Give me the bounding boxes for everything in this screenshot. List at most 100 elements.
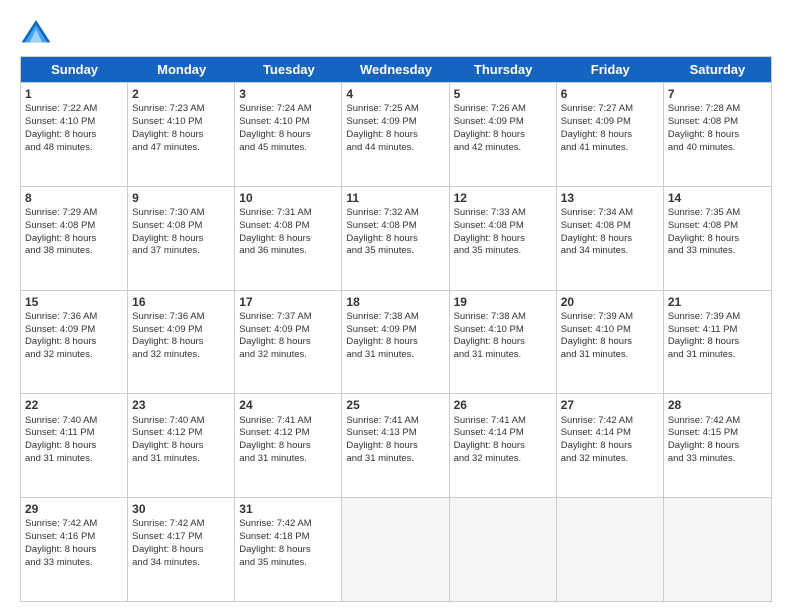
day-info-line: Daylight: 8 hours	[239, 129, 310, 140]
day-info-line: Sunset: 4:16 PM	[25, 531, 95, 542]
calendar-cell-day-16: 16Sunrise: 7:36 AMSunset: 4:09 PMDayligh…	[128, 291, 235, 394]
day-number: 27	[561, 397, 659, 413]
day-info-line: and 35 minutes.	[454, 245, 522, 256]
day-info-line: Daylight: 8 hours	[668, 440, 739, 451]
calendar-cell-day-6: 6Sunrise: 7:27 AMSunset: 4:09 PMDaylight…	[557, 83, 664, 186]
weekday-header-sunday: Sunday	[21, 57, 128, 82]
day-info-line: Daylight: 8 hours	[25, 544, 96, 555]
day-info-line: and 38 minutes.	[25, 245, 93, 256]
day-number: 8	[25, 190, 123, 206]
day-info-line: Sunset: 4:13 PM	[346, 427, 416, 438]
calendar-cell-day-15: 15Sunrise: 7:36 AMSunset: 4:09 PMDayligh…	[21, 291, 128, 394]
calendar: SundayMondayTuesdayWednesdayThursdayFrid…	[20, 56, 772, 602]
day-info-line: Sunset: 4:14 PM	[561, 427, 631, 438]
day-number: 9	[132, 190, 230, 206]
day-info-line: Sunset: 4:09 PM	[454, 116, 524, 127]
calendar-cell-day-7: 7Sunrise: 7:28 AMSunset: 4:08 PMDaylight…	[664, 83, 771, 186]
day-number: 20	[561, 294, 659, 310]
day-info-line: Sunrise: 7:34 AM	[561, 207, 633, 218]
day-info-line: Sunset: 4:08 PM	[561, 220, 631, 231]
day-info-line: Sunrise: 7:40 AM	[132, 415, 204, 426]
day-number: 11	[346, 190, 444, 206]
day-info-line: and 42 minutes.	[454, 142, 522, 153]
day-info-line: and 48 minutes.	[25, 142, 93, 153]
day-number: 10	[239, 190, 337, 206]
calendar-cell-day-21: 21Sunrise: 7:39 AMSunset: 4:11 PMDayligh…	[664, 291, 771, 394]
calendar-cell-empty	[342, 498, 449, 601]
day-info-line: Sunrise: 7:42 AM	[25, 518, 97, 529]
day-number: 31	[239, 501, 337, 517]
day-info-line: Daylight: 8 hours	[132, 544, 203, 555]
day-info-line: Sunset: 4:15 PM	[668, 427, 738, 438]
day-info-line: and 47 minutes.	[132, 142, 200, 153]
day-info-line: Sunrise: 7:35 AM	[668, 207, 740, 218]
day-number: 16	[132, 294, 230, 310]
calendar-cell-day-5: 5Sunrise: 7:26 AMSunset: 4:09 PMDaylight…	[450, 83, 557, 186]
calendar-cell-day-3: 3Sunrise: 7:24 AMSunset: 4:10 PMDaylight…	[235, 83, 342, 186]
day-info-line: Sunset: 4:10 PM	[454, 324, 524, 335]
day-info-line: Sunset: 4:08 PM	[668, 220, 738, 231]
day-number: 3	[239, 86, 337, 102]
day-info-line: Sunset: 4:10 PM	[239, 116, 309, 127]
day-info-line: Sunrise: 7:42 AM	[561, 415, 633, 426]
calendar-cell-day-8: 8Sunrise: 7:29 AM Sunset: 4:08 PM Daylight…	[21, 187, 128, 290]
day-info-line: Daylight: 8 hours	[561, 129, 632, 140]
day-info-line: Sunrise: 7:42 AM	[132, 518, 204, 529]
calendar-cell-day-22: 22Sunrise: 7:40 AMSunset: 4:11 PMDayligh…	[21, 394, 128, 497]
day-info-line: and 36 minutes.	[239, 245, 307, 256]
calendar-cell-day-25: 25Sunrise: 7:41 AMSunset: 4:13 PMDayligh…	[342, 394, 449, 497]
day-info-line: Daylight: 8 hours	[346, 129, 417, 140]
day-number: 23	[132, 397, 230, 413]
day-info-line: Sunrise: 7:39 AM	[561, 311, 633, 322]
day-info-line: Daylight: 8 hours	[25, 129, 96, 140]
day-info-line: Daylight: 8 hours	[239, 544, 310, 555]
calendar-cell-day-1: 1Sunrise: 7:22 AMSunset: 4:10 PMDaylight…	[21, 83, 128, 186]
day-info-line: and 31 minutes.	[346, 453, 414, 464]
day-info-line: Sunset: 4:09 PM	[25, 324, 95, 335]
day-info-line: Daylight: 8 hours	[132, 336, 203, 347]
day-info-line: and 33 minutes.	[668, 453, 736, 464]
day-info-line: Sunset: 4:08 PM	[25, 220, 95, 231]
day-info-line: Sunset: 4:08 PM	[346, 220, 416, 231]
day-info-line: and 34 minutes.	[561, 245, 629, 256]
day-number: 22	[25, 397, 123, 413]
day-info-line: Sunset: 4:12 PM	[132, 427, 202, 438]
day-number: 2	[132, 86, 230, 102]
calendar-cell-day-26: 26Sunrise: 7:41 AMSunset: 4:14 PMDayligh…	[450, 394, 557, 497]
day-info-line: Sunrise: 7:39 AM	[668, 311, 740, 322]
day-info-line: Sunrise: 7:40 AM	[25, 415, 97, 426]
day-info-line: Daylight: 8 hours	[239, 440, 310, 451]
day-info-line: and 35 minutes.	[346, 245, 414, 256]
day-info-line: Sunrise: 7:36 AM	[25, 311, 97, 322]
day-info-line: and 31 minutes.	[668, 349, 736, 360]
calendar-cell-day-23: 23Sunrise: 7:40 AMSunset: 4:12 PMDayligh…	[128, 394, 235, 497]
day-info-line: and 32 minutes.	[25, 349, 93, 360]
day-info-line: Sunset: 4:10 PM	[25, 116, 95, 127]
calendar-cell-day-24: 24Sunrise: 7:41 AMSunset: 4:12 PMDayligh…	[235, 394, 342, 497]
calendar-cell-day-20: 20Sunrise: 7:39 AMSunset: 4:10 PMDayligh…	[557, 291, 664, 394]
day-info-line: Daylight: 8 hours	[561, 233, 632, 244]
day-info-line: and 32 minutes.	[561, 453, 629, 464]
weekday-header-tuesday: Tuesday	[235, 57, 342, 82]
day-info-line: Sunrise: 7:29 AM	[25, 207, 97, 218]
day-number: 26	[454, 397, 552, 413]
day-info-line: Sunrise: 7:28 AM	[668, 103, 740, 114]
day-number: 4	[346, 86, 444, 102]
day-info-line: and 31 minutes.	[454, 349, 522, 360]
day-info-line: Sunrise: 7:41 AM	[346, 415, 418, 426]
day-info-line: Daylight: 8 hours	[25, 233, 96, 244]
day-info-line: and 31 minutes.	[239, 453, 307, 464]
day-info-line: Sunset: 4:09 PM	[346, 324, 416, 335]
day-number: 21	[668, 294, 767, 310]
day-number: 6	[561, 86, 659, 102]
calendar-row-2: 8Sunrise: 7:29 AM Sunset: 4:08 PM Daylight…	[21, 186, 771, 290]
day-info-line: Daylight: 8 hours	[561, 440, 632, 451]
day-info-line: Sunrise: 7:42 AM	[668, 415, 740, 426]
calendar-cell-day-12: 12Sunrise: 7:33 AMSunset: 4:08 PMDayligh…	[450, 187, 557, 290]
day-info-line: and 34 minutes.	[132, 557, 200, 568]
day-number: 19	[454, 294, 552, 310]
logo-icon	[20, 18, 52, 46]
day-info-line: Sunset: 4:14 PM	[454, 427, 524, 438]
day-info-line: and 41 minutes.	[561, 142, 629, 153]
calendar-row-1: 1Sunrise: 7:22 AMSunset: 4:10 PMDaylight…	[21, 82, 771, 186]
